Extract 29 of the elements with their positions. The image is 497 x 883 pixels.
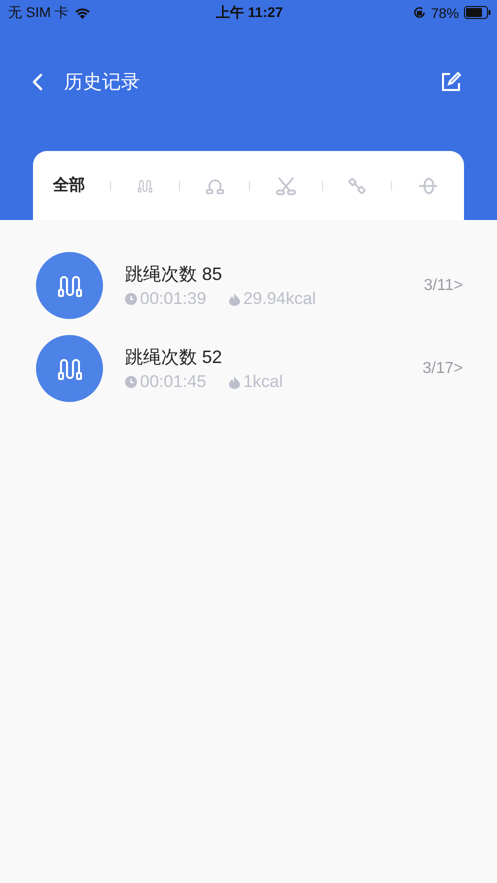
category-tab[interactable] [204,176,225,194]
record-title: 跳绳次数 52 [125,346,224,369]
category-tab[interactable] [275,176,298,196]
rotation-lock-icon [412,6,426,19]
calories-text: 29.94kcal [243,289,316,309]
clock-icon [125,293,137,305]
record-title: 跳绳次数 85 [125,263,224,286]
status-time: 上午 11:27 [216,4,283,22]
category-tab[interactable]: 全部 [53,175,85,196]
page-title: 历史记录 [64,71,141,95]
dumbbell-icon [348,176,366,194]
duration-text: 00:01:39 [140,289,206,309]
pull-ring-icon [204,176,225,194]
flame-icon [229,292,240,306]
wifi-icon [74,6,91,18]
clock-icon [125,376,137,388]
category-tab[interactable] [416,176,439,194]
edit-button[interactable] [441,72,461,92]
battery-icon [464,6,491,19]
record-date-link[interactable]: 3/17> [422,360,463,378]
ab-wheel-icon [416,176,439,194]
calories-text: 1kcal [243,372,283,392]
carrier-label: 无 SIM 卡 [8,4,69,22]
flame-icon [229,376,240,388]
battery-percent: 78% [430,4,459,20]
record-date-link[interactable]: 3/11> [424,276,463,294]
duration-text: 00:01:45 [140,372,206,392]
crossed-grips-icon [275,176,298,196]
category-tab[interactable] [348,176,366,194]
